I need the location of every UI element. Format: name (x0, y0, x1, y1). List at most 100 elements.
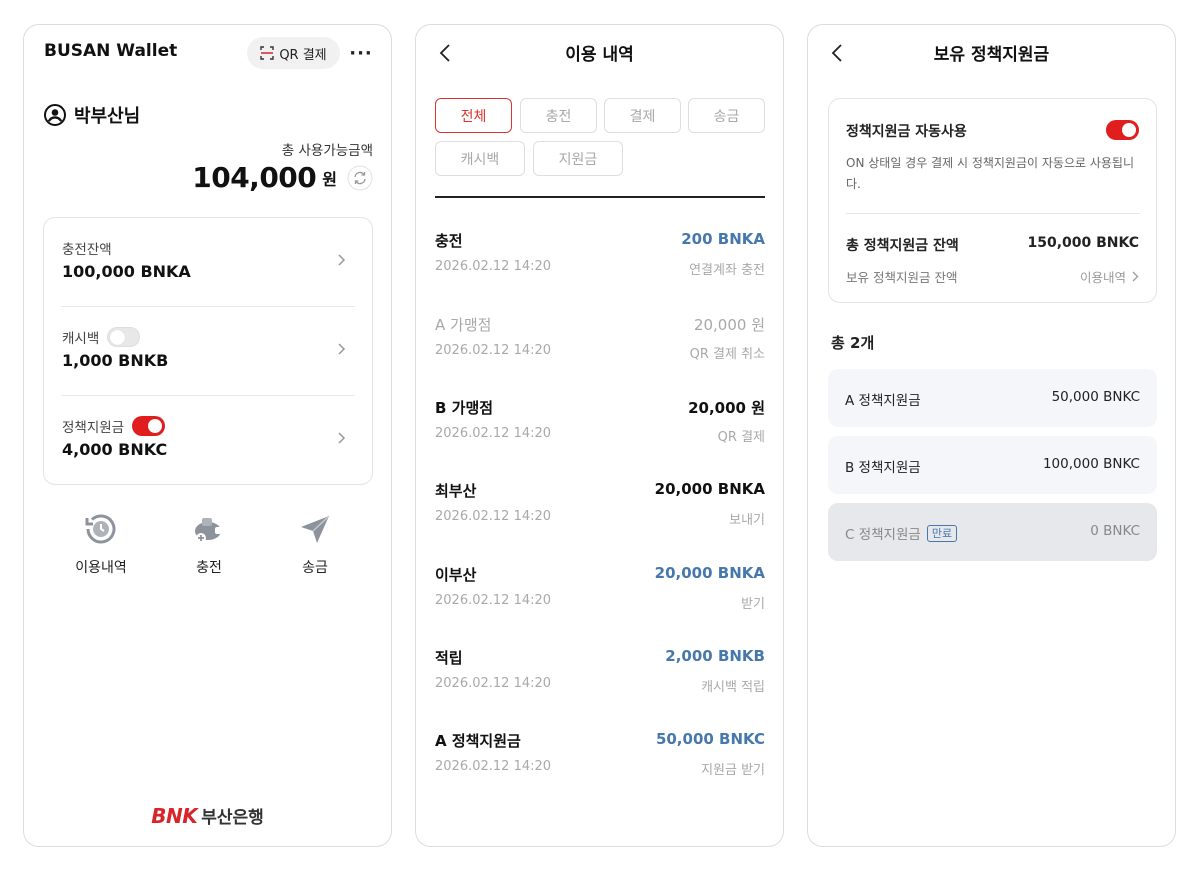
policy-total-value: 150,000 BNKC (1027, 235, 1139, 251)
charge-icon (195, 518, 222, 543)
balance-label-row: 캐시백 (62, 327, 141, 347)
refresh-icon[interactable] (347, 165, 373, 191)
fund-name-row: B 정책지원금 (845, 456, 921, 476)
transaction-amount: 20,000 BNKA (654, 480, 765, 498)
transaction-row[interactable]: 이부산 20,000 BNKA 2026.02.12 14:20 받기 (435, 564, 765, 624)
chevron-right-icon (338, 254, 346, 266)
fund-name-row: C 정책지원금 만료 (845, 523, 958, 543)
qr-pay-button[interactable]: QR 결제 (247, 37, 340, 69)
transaction-date: 2026.02.12 14:20 (435, 593, 552, 608)
balance-value: 100,000 BNKA (62, 262, 191, 281)
transaction-amount: 50,000 BNKC (655, 730, 765, 748)
fund-item[interactable]: B 정책지원금 100,000 BNKC (828, 436, 1157, 494)
balance-value: 4,000 BNKC (62, 440, 168, 459)
qr-pay-label: QR 결제 (279, 47, 327, 63)
auto-use-label: 정책지원금 자동사용 (846, 124, 967, 140)
policy-panel: 보유 정책지원금 정책지원금 자동사용 ON 상태일 경우 결제 시 정책지원금… (807, 24, 1176, 847)
balance-card: 충전잔액 100,000 BNKA 캐시백 1,000 BNKB 정책지원금 4… (43, 217, 373, 485)
transaction-date: 2026.02.12 14:20 (435, 509, 552, 524)
transaction-row[interactable]: 충전 200 BNKA 2026.02.12 14:20 연결계좌 충전 (435, 230, 765, 290)
auto-use-description: ON 상태일 경우 결제 시 정책지원금이 자동으로 사용됩니다. (846, 156, 1135, 191)
filter-chip-payment[interactable]: 결제 (604, 98, 681, 133)
transaction-desc: 보내기 (729, 513, 765, 528)
cashback-toggle[interactable] (107, 327, 141, 347)
filter-chip-cashback[interactable]: 캐시백 (435, 141, 525, 176)
action-label: 충전 (196, 560, 222, 576)
toggle-knob (110, 330, 126, 345)
policy-history-link[interactable]: 이용내역 (1080, 267, 1139, 286)
transaction-date: 2026.02.12 14:20 (435, 259, 552, 274)
policy-total-label: 총 정책지원금 잔액 (846, 238, 959, 254)
transaction-date: 2026.02.12 14:20 (435, 343, 552, 358)
bnk-logo: BNK 부산은행 (24, 803, 391, 829)
filter-chip-transfer[interactable]: 송금 (688, 98, 765, 133)
policy-history-link-label: 이용내역 (1079, 270, 1126, 285)
fund-value: 100,000 BNKC (1042, 456, 1140, 472)
transaction-desc: 지원금 받기 (701, 763, 765, 778)
balance-label: 충전잔액 (62, 242, 112, 258)
transaction-date: 2026.02.12 14:20 (435, 676, 552, 691)
transaction-row[interactable]: A 정책지원금 50,000 BNKC 2026.02.12 14:20 지원금… (435, 730, 765, 790)
user-name: 박부산님 (74, 106, 141, 127)
more-icon: ··· (349, 42, 373, 64)
bank-name: 부산은행 (201, 808, 264, 828)
balance-label-row: 충전잔액 (62, 238, 112, 258)
send-icon (301, 515, 330, 543)
filter-underline (435, 196, 765, 198)
policy-summary-card: 정책지원금 자동사용 ON 상태일 경우 결제 시 정책지원금이 자동으로 사용… (828, 98, 1157, 303)
action-send[interactable]: 송금 (260, 505, 370, 585)
auto-use-toggle[interactable] (1106, 120, 1139, 140)
transaction-name: 적립 (435, 649, 463, 667)
filter-chip-charge[interactable]: 충전 (520, 98, 597, 133)
transaction-row[interactable]: 최부산 20,000 BNKA 2026.02.12 14:20 보내기 (435, 480, 765, 540)
transaction-row[interactable]: 적립 2,000 BNKB 2026.02.12 14:20 캐시백 적립 (435, 647, 765, 707)
fund-item[interactable]: A 정책지원금 50,000 BNKC (828, 369, 1157, 427)
transaction-name: A 가맹점 (435, 316, 492, 334)
filter-chip-support[interactable]: 지원금 (533, 141, 623, 176)
transaction-row[interactable]: A 가맹점 20,000 원 2026.02.12 14:20 QR 결제 취소 (435, 314, 765, 374)
action-charge[interactable]: 충전 (154, 505, 264, 585)
transaction-desc: 받기 (741, 597, 765, 612)
transaction-amount: 200 BNKA (681, 230, 765, 248)
balance-item-policy[interactable]: 정책지원금 4,000 BNKC (44, 396, 372, 485)
fund-value: 0 BNKC (1090, 523, 1140, 539)
fund-name: A 정책지원금 (845, 393, 921, 409)
history-panel: 이용 내역 전체 충전 결제 송금 캐시백 지원금 충전 200 BNKA 20… (415, 24, 784, 847)
total-available-row: 104,000 원 (192, 161, 373, 194)
transaction-name: 충전 (435, 232, 463, 250)
action-history[interactable]: 이용내역 (46, 505, 156, 585)
balance-item-charge[interactable]: 충전잔액 100,000 BNKA (44, 218, 372, 307)
fund-name-row: A 정책지원금 (845, 389, 921, 409)
fund-name: B 정책지원금 (845, 460, 921, 476)
wallet-panel: BUSAN Wallet QR 결제 ··· 박부산님 총 사용가능금액 104… (23, 24, 392, 847)
balance-label: 정책지원금 (62, 420, 125, 436)
action-label: 송금 (302, 560, 328, 576)
divider (846, 213, 1140, 214)
chevron-right-icon (338, 432, 346, 444)
total-available-unit: 원 (322, 169, 337, 189)
user-icon (44, 104, 66, 126)
quick-actions: 이용내역 충전 송금 (44, 505, 374, 585)
more-menu-button[interactable]: ··· (348, 39, 374, 67)
action-label: 이용내역 (75, 560, 127, 576)
fund-item-expired[interactable]: C 정책지원금 만료 0 BNKC (828, 503, 1157, 561)
policy-header: 보유 정책지원금 (808, 39, 1175, 67)
fund-name: C 정책지원금 (845, 527, 921, 543)
balance-value: 1,000 BNKB (62, 351, 169, 370)
transaction-amount: 20,000 BNKA (654, 564, 765, 582)
policy-toggle[interactable] (132, 416, 166, 436)
wallet-header: BUSAN Wallet QR 결제 ··· (24, 37, 391, 69)
total-available-amount: 104,000 (192, 161, 317, 194)
chevron-right-icon (1132, 271, 1139, 282)
history-header: 이용 내역 (416, 39, 783, 67)
transaction-row[interactable]: B 가맹점 20,000 원 2026.02.12 14:20 QR 결제 (435, 397, 765, 457)
transaction-desc: QR 결제 취소 (689, 347, 765, 362)
qr-scan-icon (260, 46, 275, 60)
balance-item-cashback[interactable]: 캐시백 1,000 BNKB (44, 307, 372, 396)
page-title: 이용 내역 (565, 45, 634, 65)
transaction-amount: 20,000 원 (688, 399, 765, 417)
transaction-amount: 20,000 원 (693, 316, 765, 334)
balance-label-row: 정책지원금 (62, 416, 166, 436)
filter-chip-all[interactable]: 전체 (435, 98, 512, 133)
total-available-label: 총 사용가능금액 (281, 143, 373, 159)
